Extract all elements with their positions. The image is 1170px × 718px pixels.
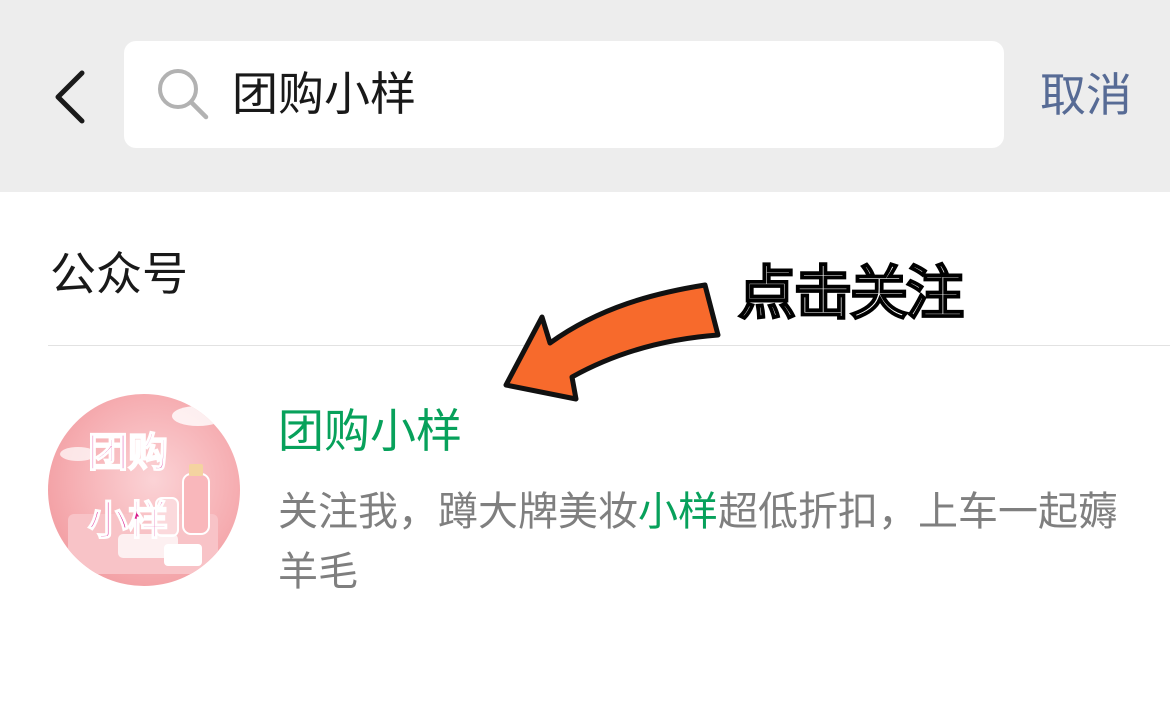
section-title-official-accounts: 公众号 — [50, 247, 188, 301]
desc-highlight: 小样 — [638, 489, 718, 535]
back-button[interactable] — [40, 62, 100, 132]
search-icon — [158, 69, 209, 120]
desc-text-before: 关注我，蹲大牌美妆 — [278, 489, 638, 535]
chevron-left-icon — [55, 70, 85, 124]
annotation-label: 点击关注 — [737, 258, 965, 328]
account-description: 关注我，蹲大牌美妆小样超低折扣，上车一起薅羊毛 — [278, 482, 1118, 602]
top-bar: 取消 — [0, 0, 1170, 192]
search-input[interactable] — [232, 59, 972, 129]
avatar-text-line-1: 团购 — [87, 429, 169, 477]
account-result-item[interactable]: 团购 小样 团购小样 关注我，蹲大牌美妆小样超低折扣，上车一起薅羊毛 — [0, 370, 1170, 620]
account-title[interactable]: 团购小样 — [278, 400, 462, 462]
search-box[interactable] — [124, 41, 1004, 148]
avatar-decoration — [60, 406, 224, 574]
cancel-button[interactable]: 取消 — [1040, 60, 1132, 130]
account-avatar[interactable]: 团购 小样 — [48, 394, 240, 586]
avatar-text-line-2: 小样 — [87, 497, 169, 545]
